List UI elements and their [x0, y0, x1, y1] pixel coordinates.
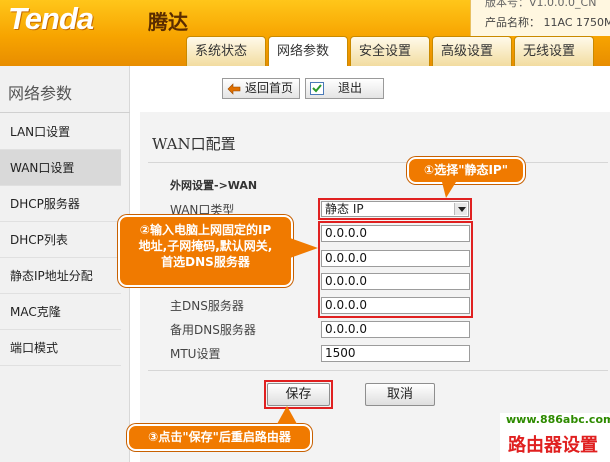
form-divider	[148, 370, 608, 371]
tab-network-params[interactable]: 网络参数	[268, 36, 348, 66]
callout-step2-line2: 地址,子网掩码,默认网关,	[138, 239, 273, 253]
callout-step3-pointer	[277, 406, 297, 424]
callout-step3: ③点击"保存"后重启路由器	[127, 424, 312, 451]
callout-step2-line1: ②输入电脑上网固定的IP	[139, 223, 272, 237]
watermark-url: www.886abc.com	[500, 413, 610, 431]
callout-step2-line3: 首选DNS服务器	[161, 255, 250, 269]
tenda-logo: Tenda	[8, 1, 94, 36]
device-info-panel: 版本号：V1.0.0.0_CN 产品名称： 11AC 1750M	[470, 0, 610, 36]
wan-type-select[interactable]: 静态 IP	[321, 201, 469, 217]
sidebar-item-port-mode[interactable]: 端口模式	[0, 330, 121, 366]
title-divider	[148, 162, 608, 163]
exit-button-label: 退出	[338, 81, 363, 95]
sidebar-item-lan[interactable]: LAN口设置	[0, 114, 121, 150]
tab-wireless-settings[interactable]: 无线设置	[514, 36, 594, 66]
subnet-mask-input[interactable]: 0.0.0.0	[321, 250, 470, 267]
sidebar-item-static-ip[interactable]: 静态IP地址分配	[0, 258, 121, 294]
tab-system-status[interactable]: 系统状态	[186, 36, 266, 66]
back-arrow-icon	[227, 82, 241, 95]
sidebar-item-dhcp-list[interactable]: DHCP列表	[0, 222, 121, 258]
exit-button[interactable]: 退出	[305, 78, 384, 99]
top-nav-tabs: 系统状态 网络参数 安全设置 高级设置 无线设置	[186, 36, 594, 66]
firmware-version: 版本号：V1.0.0.0_CN	[485, 0, 597, 9]
secondary-dns-input[interactable]: 0.0.0.0	[321, 321, 470, 338]
logo-chinese: 腾达	[148, 10, 188, 34]
tab-security-settings[interactable]: 安全设置	[350, 36, 430, 66]
sidebar-title: 网络参数	[8, 84, 73, 103]
mtu-label: MTU设置	[170, 347, 221, 361]
page-title: WAN口配置	[152, 135, 236, 153]
primary-dns-label: 主DNS服务器	[170, 299, 244, 313]
secondary-dns-label: 备用DNS服务器	[170, 323, 256, 337]
ip-address-input[interactable]: 0.0.0.0	[321, 225, 470, 242]
tab-advanced-settings[interactable]: 高级设置	[432, 36, 512, 66]
header-bar: Tenda 腾达 版本号：V1.0.0.0_CN 产品名称： 11AC 1750…	[0, 0, 610, 66]
home-button-label: 返回首页	[245, 81, 294, 95]
exit-check-icon	[310, 82, 324, 95]
home-button[interactable]: 返回首页	[222, 78, 300, 99]
watermark-site-name: 路由器设置	[500, 431, 610, 462]
chevron-down-icon[interactable]	[454, 203, 467, 215]
product-name: 产品名称： 11AC 1750M	[485, 16, 610, 29]
default-gateway-input[interactable]: 0.0.0.0	[321, 273, 470, 290]
wan-type-value: 静态 IP	[325, 202, 364, 216]
sidebar: 网络参数 LAN口设置 WAN口设置 DHCP服务器 DHCP列表 静态IP地址…	[0, 66, 130, 462]
sidebar-divider	[0, 112, 130, 113]
primary-dns-input[interactable]: 0.0.0.0	[321, 297, 470, 314]
callout-step2: ②输入电脑上网固定的IP 地址,子网掩码,默认网关, 首选DNS服务器	[118, 215, 293, 287]
mtu-input[interactable]: 1500	[321, 345, 470, 362]
section-label: 外网设置->WAN	[170, 179, 258, 192]
callout-step2-pointer	[290, 238, 318, 258]
callout-step1-pointer	[442, 182, 456, 198]
sidebar-item-dhcp-server[interactable]: DHCP服务器	[0, 186, 121, 222]
save-button[interactable]: 保存	[267, 383, 330, 406]
sidebar-item-mac-clone[interactable]: MAC克隆	[0, 294, 121, 330]
callout-step1: ①选择"静态IP"	[407, 157, 525, 184]
sidebar-item-wan[interactable]: WAN口设置	[0, 150, 121, 186]
cancel-button[interactable]: 取消	[365, 383, 435, 406]
